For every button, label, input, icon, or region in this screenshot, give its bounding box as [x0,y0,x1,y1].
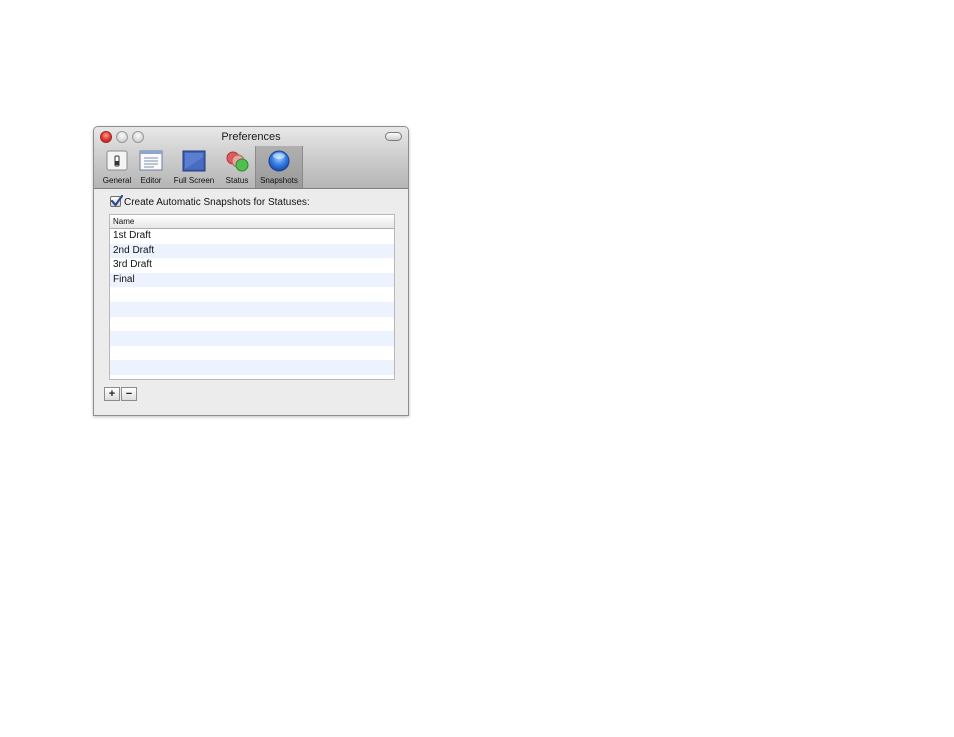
table-row[interactable]: Final [110,272,394,288]
general-switch-icon [106,150,128,171]
preferences-window: Preferences General Editor Full Screen S… [93,126,409,416]
editor-window-icon [139,150,163,171]
table-row[interactable]: 1st Draft [110,229,394,244]
tab-snapshots[interactable]: Snapshots [255,146,303,188]
window-title: Preferences [221,131,281,143]
title-bar: Preferences General Editor Full Screen S… [94,127,408,189]
tab-editor[interactable]: Editor [136,146,166,188]
tab-snapshots-label: Snapshots [260,176,298,185]
auto-snapshots-label[interactable]: Create Automatic Snapshots for Statuses: [124,197,310,208]
remove-status-button[interactable]: − [121,387,137,401]
empty-row [110,345,394,361]
tab-full-screen[interactable]: Full Screen [169,146,219,188]
toolbar-toggle-button[interactable] [385,132,402,141]
table-row[interactable]: 3rd Draft [110,258,394,273]
auto-snapshots-checkbox[interactable] [110,194,124,207]
table-row[interactable]: 2nd Draft [110,243,394,259]
snapshots-orb-icon [268,150,290,172]
tab-status-label: Status [225,176,249,185]
tab-general-label: General [102,176,132,185]
status-bubbles-icon [226,151,249,172]
tab-status[interactable]: Status [221,146,253,188]
empty-row [110,374,394,379]
empty-row [110,301,394,317]
add-status-button[interactable]: + [104,387,120,401]
empty-row [110,331,394,346]
snapshots-pane: Create Automatic Snapshots for Statuses:… [94,189,408,415]
tab-editor-label: Editor [140,176,162,185]
empty-row [110,360,394,375]
checkmark-icon [110,194,124,207]
empty-row [110,287,394,302]
tab-full-screen-label: Full Screen [173,176,215,185]
column-header-name[interactable]: Name [110,215,394,229]
tab-general[interactable]: General [100,146,134,188]
full-screen-icon [182,150,206,172]
status-table: Name 1st Draft 2nd Draft 3rd Draft Final [109,214,395,380]
empty-row [110,316,394,332]
